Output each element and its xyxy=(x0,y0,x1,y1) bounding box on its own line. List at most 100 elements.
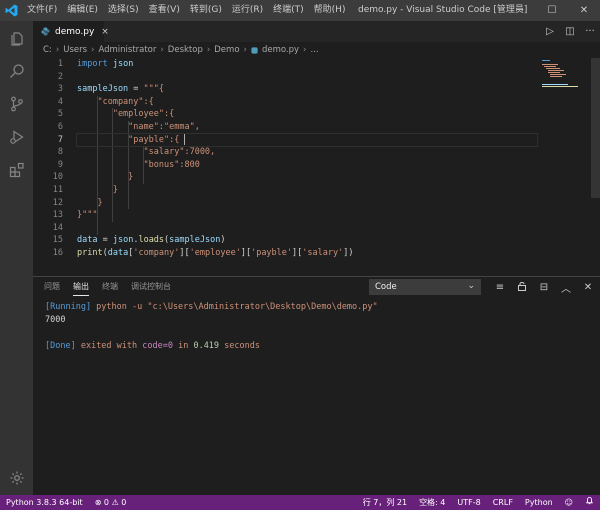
tab-close-icon[interactable]: × xyxy=(101,27,109,37)
lock-scroll-icon[interactable] xyxy=(511,281,533,294)
bottom-panel: 问题 输出 终端 调试控制台 Code ⌄ ≡ ⊟ ︿ ✕ [Running] … xyxy=(33,276,600,495)
maximize-button[interactable]: ☐ xyxy=(536,0,568,21)
menu-run[interactable]: 运行(R) xyxy=(227,0,268,21)
minimize-button[interactable]: ─ xyxy=(504,0,536,21)
notifications-bell-icon[interactable] xyxy=(579,495,600,510)
chevron-down-icon: ⌄ xyxy=(467,281,475,291)
breadcrumb-item[interactable]: Demo xyxy=(214,45,239,55)
line-number: 1 xyxy=(57,59,63,69)
clear-output-icon[interactable]: ⊟ xyxy=(533,282,555,293)
code-line: } xyxy=(77,197,103,208)
menu-file[interactable]: 文件(F) xyxy=(22,0,62,21)
chevron-right-icon: › xyxy=(303,45,307,55)
line-number: 8 xyxy=(57,147,63,158)
chevron-right-icon: › xyxy=(206,45,211,55)
end-of-line[interactable]: CRLF xyxy=(487,495,519,510)
python-file-icon xyxy=(41,27,50,36)
split-editor-icon[interactable]: ◫ xyxy=(560,26,580,37)
code-line-current: "payble":{ xyxy=(76,132,538,148)
activity-bar xyxy=(0,21,33,495)
output-line: [Running] python -u "c:\Users\Administra… xyxy=(45,302,378,312)
python-interpreter[interactable]: Python 3.8.3 64-bit xyxy=(0,495,89,510)
panel-actions: ≡ ⊟ ︿ ✕ xyxy=(489,277,599,297)
line-number: 14 xyxy=(52,222,63,233)
line-number: 13 xyxy=(52,210,63,221)
cursor-position[interactable]: 行 7，列 21 xyxy=(357,495,413,510)
line-number: 16 xyxy=(52,247,63,258)
vscode-logo-icon xyxy=(0,0,22,21)
tab-output[interactable]: 输出 xyxy=(73,277,89,297)
code-line: "employee":{ xyxy=(77,109,175,120)
more-actions-icon[interactable]: ··· xyxy=(580,26,600,37)
line-number: 5 xyxy=(57,109,63,120)
tab-debug-console[interactable]: 调试控制台 xyxy=(131,277,171,297)
output-channel-select[interactable]: Code ⌄ xyxy=(369,279,481,295)
chevron-right-icon: › xyxy=(91,45,95,55)
line-number: 15 xyxy=(52,235,63,246)
menu-bar: 文件(F) 编辑(E) 选择(S) 查看(V) 转到(G) 运行(R) 终端(T… xyxy=(22,0,350,21)
menu-selection[interactable]: 选择(S) xyxy=(103,0,144,21)
line-number: 4 xyxy=(57,96,63,107)
line-number: 10 xyxy=(52,172,63,183)
breadcrumb-item[interactable]: Desktop xyxy=(168,45,203,55)
output-log: [Running] python -u "c:\Users\Administra… xyxy=(45,301,378,353)
clear-filter-icon[interactable]: ≡ xyxy=(489,282,511,293)
indentation[interactable]: 空格: 4 xyxy=(413,495,451,510)
editor-scrollbar[interactable] xyxy=(591,58,600,198)
menu-help[interactable]: 帮助(H) xyxy=(309,0,351,21)
code-line: "company":{ xyxy=(77,96,154,107)
window-title: demo.py - Visual Studio Code [管理员] xyxy=(358,5,528,15)
title-bar: 文件(F) 编辑(E) 选择(S) 查看(V) 转到(G) 运行(R) 终端(T… xyxy=(0,0,600,21)
extensions-icon[interactable] xyxy=(0,153,33,186)
code-line: "salary":7000, xyxy=(77,147,216,158)
chevron-right-icon: › xyxy=(55,45,60,55)
close-window-button[interactable]: ✕ xyxy=(568,0,600,21)
code-line: "bonus":800 xyxy=(77,159,200,170)
python-file-icon xyxy=(251,46,258,54)
tab-label: demo.py xyxy=(55,26,95,37)
code-line: data = json.loads(sampleJson) xyxy=(77,235,226,246)
chevron-right-icon: › xyxy=(160,45,164,55)
editor-actions: ▷ ◫ ··· xyxy=(540,21,600,42)
menu-go[interactable]: 转到(G) xyxy=(185,0,227,21)
manage-gear-icon[interactable] xyxy=(0,461,33,494)
code-area[interactable]: import json sampleJson = """{ "company":… xyxy=(76,58,538,260)
text-cursor xyxy=(184,133,186,145)
breadcrumb-file[interactable]: demo.py xyxy=(262,45,299,55)
run-python-file-icon[interactable]: ▷ xyxy=(540,26,560,37)
menu-terminal[interactable]: 终端(T) xyxy=(268,0,309,21)
code-editor[interactable]: 1 2 3 4 5 6 7 8 9 10 11 12 13 14 15 16 i… xyxy=(33,58,600,276)
line-number: 2 xyxy=(57,71,63,82)
menu-view[interactable]: 查看(V) xyxy=(144,0,185,21)
breadcrumb-more[interactable]: ... xyxy=(310,45,318,55)
breadcrumb-item[interactable]: Users xyxy=(63,45,87,55)
code-line: }""" xyxy=(77,210,98,221)
maximize-panel-icon[interactable]: ︿ xyxy=(555,280,577,295)
tab-problems[interactable]: 问题 xyxy=(44,277,60,297)
encoding[interactable]: UTF-8 xyxy=(451,495,486,510)
window-controls: ─ ☐ ✕ xyxy=(504,0,600,21)
menu-edit[interactable]: 编辑(E) xyxy=(62,0,103,21)
breadcrumb-item[interactable]: C: xyxy=(43,45,52,55)
tab-demo-py[interactable]: demo.py × xyxy=(33,21,109,42)
run-debug-icon[interactable] xyxy=(0,120,33,153)
tab-terminal[interactable]: 终端 xyxy=(102,277,118,297)
code-line: "name":"emma", xyxy=(77,121,200,132)
line-number: 12 xyxy=(52,197,63,208)
feedback-icon[interactable]: ☺ xyxy=(559,495,579,510)
problems-count[interactable]: ⊗ 0 ⚠ 0 xyxy=(89,495,133,510)
explorer-icon[interactable] xyxy=(0,21,33,54)
breadcrumb-item[interactable]: Administrator xyxy=(98,45,156,55)
code-line: import json xyxy=(77,59,134,69)
language-mode[interactable]: Python xyxy=(519,495,559,510)
code-line: } xyxy=(77,172,134,183)
line-number-gutter: 1 2 3 4 5 6 7 8 9 10 11 12 13 14 15 16 xyxy=(33,58,63,260)
close-panel-icon[interactable]: ✕ xyxy=(577,282,599,293)
status-bar: Python 3.8.3 64-bit ⊗ 0 ⚠ 0 行 7，列 21 空格:… xyxy=(0,495,600,510)
search-icon[interactable] xyxy=(0,54,33,87)
source-control-icon[interactable] xyxy=(0,87,33,120)
code-line: sampleJson = """{ xyxy=(77,84,165,95)
code-line: print(data['company']['employee']['paybl… xyxy=(77,247,354,258)
status-right: 行 7，列 21 空格: 4 UTF-8 CRLF Python ☺ xyxy=(357,495,600,510)
